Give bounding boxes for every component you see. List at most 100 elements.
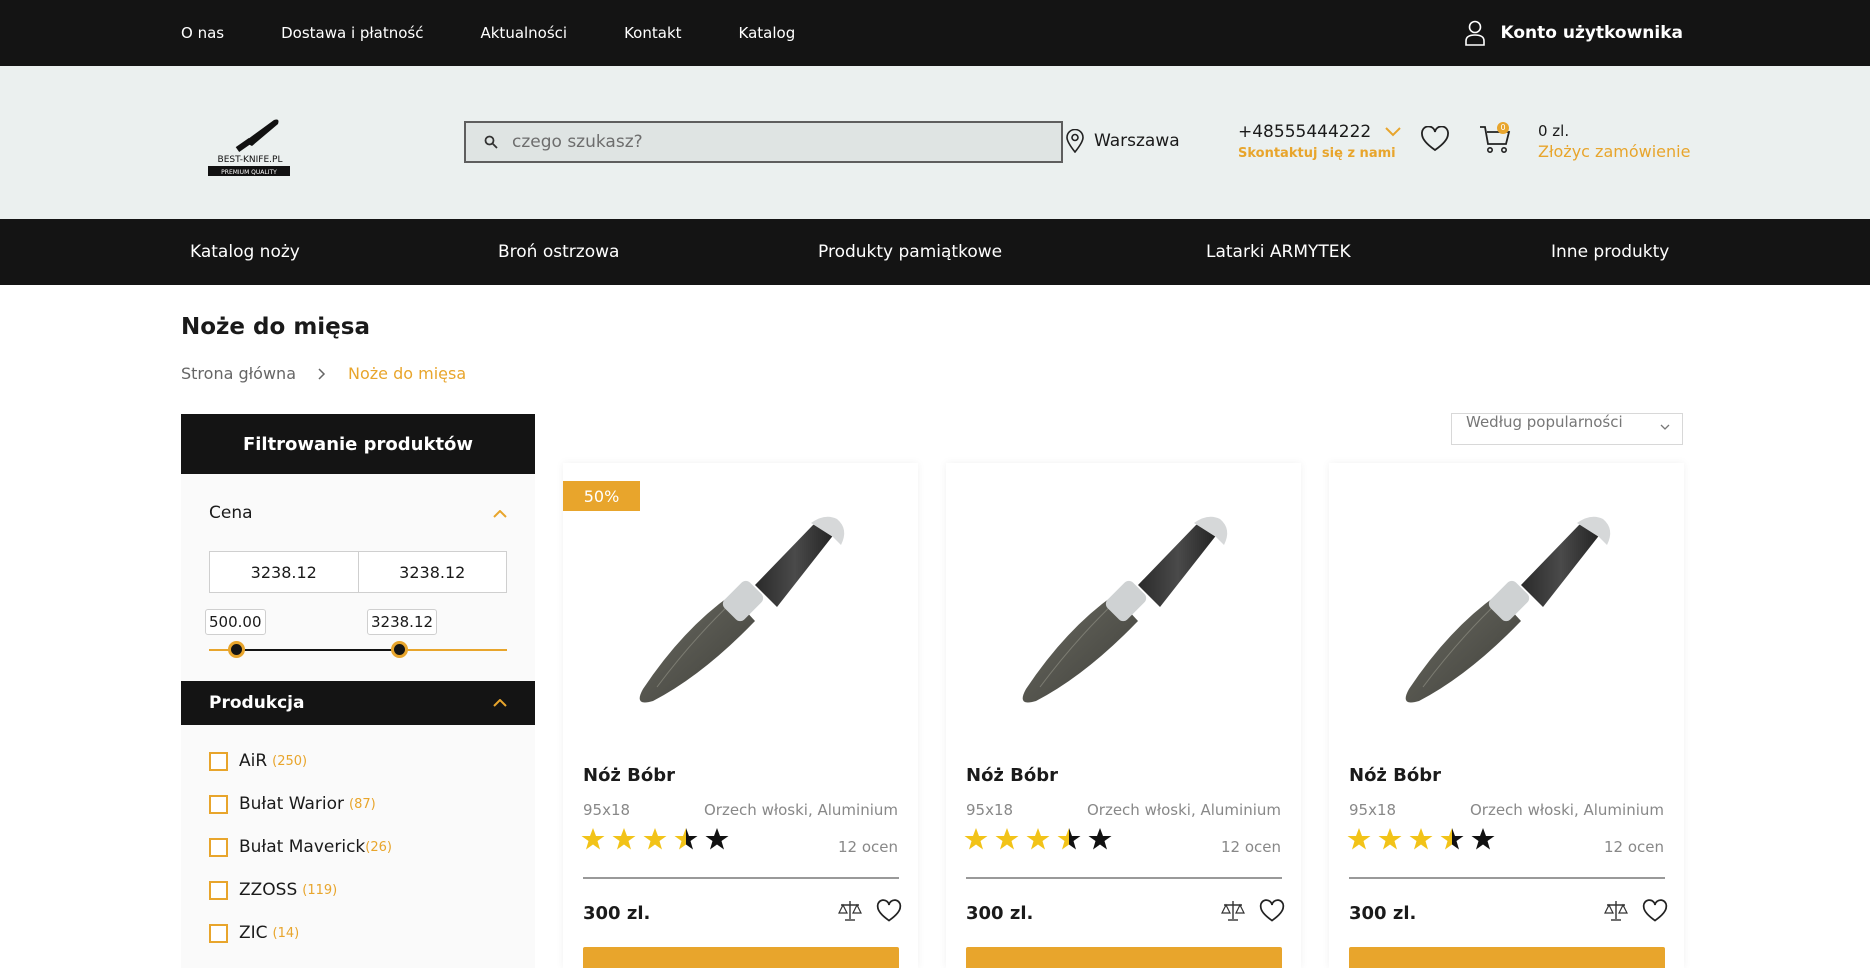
brand-count: (26) <box>365 839 392 855</box>
brand-filter-item[interactable]: ZZOSS (119) <box>209 880 337 900</box>
order-link[interactable]: Złożyc zamówienie <box>1538 142 1690 161</box>
price-slider-min-handle[interactable] <box>228 641 245 658</box>
logo[interactable]: BEST-KNIFE.PL PREMIUM QUALITY <box>204 112 296 180</box>
star-icon <box>964 828 988 850</box>
star-icon <box>995 828 1019 850</box>
top-nav: O nas Dostawa i płatność Aktualności Kon… <box>181 0 852 66</box>
compare-scale-icon[interactable] <box>1604 899 1628 923</box>
cart-button[interactable]: 0 <box>1479 122 1511 158</box>
product-actions <box>1604 899 1668 923</box>
breadcrumb-home[interactable]: Strona główna <box>181 364 296 383</box>
category-souvenirs[interactable]: Produkty pamiątkowe <box>818 242 1002 262</box>
add-to-cart-button[interactable] <box>583 947 899 968</box>
add-to-cart-button[interactable] <box>966 947 1282 968</box>
product-name[interactable]: Nóż Bóbr <box>1349 765 1441 786</box>
product-image[interactable] <box>613 489 873 729</box>
category-other[interactable]: Inne produkty <box>1551 242 1669 262</box>
price-slider-max-handle[interactable] <box>391 641 408 658</box>
product-name[interactable]: Nóż Bóbr <box>966 765 1058 786</box>
product-card[interactable]: 50% Nóż Bóbr 95x18 Orzech włoski, Alumin… <box>563 463 918 968</box>
filter-heading: Filtrowanie produktów <box>181 414 535 474</box>
top-nav-link-about[interactable]: O nas <box>181 24 224 42</box>
star-icon <box>1057 828 1081 850</box>
brand-checkbox[interactable] <box>209 751 228 771</box>
star-icon <box>1378 828 1402 850</box>
product-card[interactable]: Nóż Bóbr 95x18 Orzech włoski, Aluminium … <box>946 463 1301 968</box>
search-bar[interactable] <box>464 121 1063 163</box>
star-icon <box>1440 828 1464 850</box>
header: BEST-KNIFE.PL PREMIUM QUALITY Warszawa +… <box>0 66 1870 219</box>
sort-select[interactable]: Według popularności <box>1451 413 1683 445</box>
brand-filter-item[interactable]: AiR (250) <box>209 751 307 771</box>
production-section-header[interactable]: Produkcja <box>181 681 535 725</box>
brand-name: Bułat Maverick <box>239 837 366 857</box>
logo-subtext: PREMIUM QUALITY <box>221 169 277 176</box>
star-icon <box>612 828 636 850</box>
production-label: Produkcja <box>209 693 305 713</box>
product-price: 300 zl. <box>1349 903 1417 924</box>
top-nav-link-catalog[interactable]: Katalog <box>739 24 796 42</box>
review-count: 12 ocen <box>1603 838 1664 856</box>
brand-checkbox[interactable] <box>209 923 228 943</box>
top-nav-link-delivery[interactable]: Dostawa i płatność <box>281 24 423 42</box>
category-flashlights[interactable]: Latarki ARMYTEK <box>1206 242 1351 262</box>
product-image[interactable] <box>996 489 1256 729</box>
star-icon <box>1026 828 1050 850</box>
phone-number[interactable]: +48555444222 <box>1238 122 1371 142</box>
product-actions <box>838 899 902 923</box>
star-icon <box>643 828 667 850</box>
review-count: 12 ocen <box>1220 838 1281 856</box>
brand-filter-item[interactable]: ZIC (14) <box>209 923 299 943</box>
category-knife-catalog[interactable]: Katalog noży <box>190 242 300 262</box>
chevron-up-icon[interactable] <box>493 510 507 518</box>
add-to-cart-button[interactable] <box>1349 947 1665 968</box>
product-price: 300 zl. <box>966 903 1034 924</box>
slider-min-value: 500.00 <box>205 609 266 635</box>
brand-checkbox[interactable] <box>209 794 228 814</box>
user-icon <box>1465 20 1486 46</box>
brand-filter-item[interactable]: Bułat Warior (87) <box>209 794 376 814</box>
chevron-up-icon <box>493 699 507 707</box>
product-material: Orzech włoski, Aluminium <box>703 801 898 819</box>
product-size: 95x18 <box>1349 801 1397 819</box>
compare-scale-icon[interactable] <box>1221 899 1245 923</box>
wishlist-button[interactable] <box>1420 125 1450 156</box>
product-image[interactable] <box>1379 489 1639 729</box>
contact-link[interactable]: Skontaktuj się z nami <box>1238 146 1401 161</box>
brand-name: ZZOSS <box>239 880 298 900</box>
rating-stars <box>964 827 1112 851</box>
product-name[interactable]: Nóż Bóbr <box>583 765 675 786</box>
account-link[interactable]: Konto użytkownika <box>1464 0 1683 66</box>
brand-checkbox[interactable] <box>209 880 228 900</box>
heart-icon[interactable] <box>1642 899 1668 923</box>
price-range-inputs: 3238.12 3238.12 <box>209 551 507 593</box>
heart-icon[interactable] <box>876 899 902 923</box>
product-card[interactable]: Nóż Bóbr 95x18 Orzech włoski, Aluminium … <box>1329 463 1684 968</box>
city-label: Warszawa <box>1094 131 1180 151</box>
phone-block: +48555444222 Skontaktuj się z nami <box>1238 122 1401 161</box>
top-nav-link-contact[interactable]: Kontakt <box>624 24 681 42</box>
brand-name: AiR <box>239 751 268 771</box>
price-to-input[interactable]: 3238.12 <box>357 552 507 592</box>
star-icon <box>674 828 698 850</box>
chevron-down-icon[interactable] <box>1385 127 1401 137</box>
category-blades[interactable]: Broń ostrzowa <box>498 242 619 262</box>
star-icon <box>1088 828 1112 850</box>
product-size: 95x18 <box>583 801 631 819</box>
breadcrumb: Strona główna Noże do mięsa <box>181 364 466 383</box>
brand-filter-item[interactable]: Bułat Maverick (26) <box>209 837 392 857</box>
top-nav-link-news[interactable]: Aktualności <box>480 24 567 42</box>
search-input[interactable] <box>512 132 1012 152</box>
compare-scale-icon[interactable] <box>838 899 862 923</box>
knife-logo-icon: BEST-KNIFE.PL PREMIUM QUALITY <box>208 119 290 176</box>
brand-count: (87) <box>349 796 376 812</box>
price-section-label[interactable]: Cena <box>209 503 253 523</box>
rating-stars <box>581 827 729 851</box>
product-actions <box>1221 899 1285 923</box>
city-selector[interactable]: Warszawa <box>1066 129 1180 153</box>
divider <box>583 877 899 879</box>
price-from-input[interactable]: 3238.12 <box>210 552 358 592</box>
star-icon <box>581 828 605 850</box>
heart-icon[interactable] <box>1259 899 1285 923</box>
brand-checkbox[interactable] <box>209 837 228 857</box>
